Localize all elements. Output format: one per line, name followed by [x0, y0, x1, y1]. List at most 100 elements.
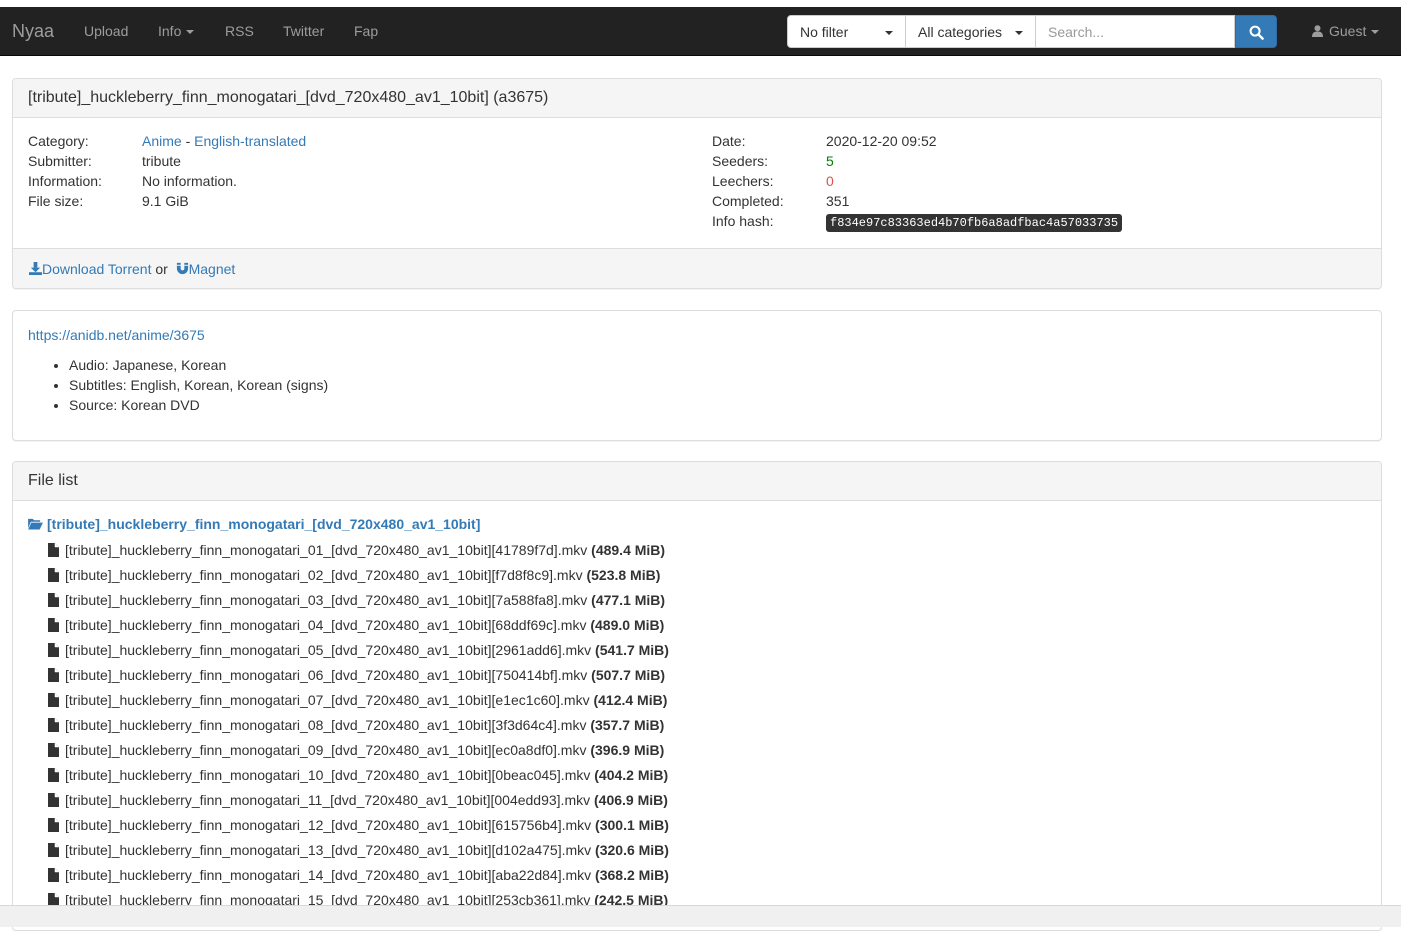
file-name: [tribute]_huckleberry_finn_monogatari_08… [65, 717, 587, 733]
user-icon [1312, 25, 1323, 37]
information-label: Information: [28, 173, 102, 189]
category-main-link[interactable]: Anime [142, 133, 182, 149]
list-item: [tribute]_huckleberry_finn_monogatari_08… [48, 715, 669, 740]
list-item: [tribute]_huckleberry_finn_monogatari_09… [48, 740, 669, 765]
date-label: Date: [712, 133, 746, 149]
list-item: [tribute]_huckleberry_finn_monogatari_04… [48, 615, 669, 640]
list-item: Audio: Japanese, Korean [69, 355, 328, 375]
file-size: (396.9 MiB) [590, 742, 665, 758]
file-name: [tribute]_huckleberry_finn_monogatari_01… [65, 542, 588, 558]
leechers-value: 0 [826, 173, 834, 189]
anidb-link[interactable]: https://anidb.net/anime/3675 [28, 327, 205, 343]
date-value: 2020-12-20 09:52 [826, 133, 937, 149]
file-icon [48, 568, 59, 582]
file-list-panel: File list [tribute]_huckleberry_finn_mon… [12, 461, 1382, 931]
torrent-details: Category: Anime - English-translated Sub… [13, 118, 1381, 248]
list-item: [tribute]_huckleberry_finn_monogatari_13… [48, 840, 669, 865]
list-item: Source: Korean DVD [69, 395, 328, 415]
file-icon [48, 843, 59, 857]
file-list-heading: File list [13, 462, 1381, 501]
torrent-info-panel: [tribute]_huckleberry_finn_monogatari_[d… [12, 78, 1382, 289]
search-input[interactable] [1035, 15, 1235, 48]
magnet-link[interactable]: Magnet [172, 261, 236, 277]
file-size-label: File size: [28, 193, 84, 209]
list-item: [tribute]_huckleberry_finn_monogatari_02… [48, 565, 669, 590]
download-icon [29, 262, 42, 275]
download-torrent-link[interactable]: Download Torrent [29, 261, 151, 277]
file-name: [tribute]_huckleberry_finn_monogatari_02… [65, 567, 583, 583]
leechers-label: Leechers: [712, 173, 774, 189]
nav-info-label: Info [158, 23, 182, 39]
folder-toggle[interactable]: [tribute]_huckleberry_finn_monogatari_[d… [28, 516, 480, 532]
search-button[interactable] [1235, 15, 1277, 48]
category-value: Anime - English-translated [142, 133, 306, 149]
info-hash-label: Info hash: [712, 213, 774, 229]
submitter-link[interactable]: tribute [142, 153, 181, 169]
file-name: [tribute]_huckleberry_finn_monogatari_13… [65, 842, 592, 858]
filter-select-value: No filter [800, 24, 849, 40]
completed-label: Completed: [712, 193, 784, 209]
folder-open-icon [28, 518, 43, 530]
file-name: [tribute]_huckleberry_finn_monogatari_05… [65, 642, 592, 658]
seeders-value: 5 [826, 153, 834, 169]
file-size: (300.1 MiB) [595, 817, 669, 833]
caret-down-icon [1371, 30, 1380, 35]
filter-select[interactable]: No filter [787, 15, 906, 48]
file-size: (523.8 MiB) [586, 567, 661, 583]
file-size: (489.0 MiB) [590, 617, 665, 633]
brand-link[interactable]: Nyaa [12, 21, 54, 42]
file-size: (368.2 MiB) [595, 867, 669, 883]
category-select-value: All categories [918, 24, 1003, 40]
nav-upload[interactable]: Upload [84, 23, 128, 39]
nav-rss[interactable]: RSS [225, 23, 254, 39]
file-size: (404.2 MiB) [594, 767, 669, 783]
file-size-value: 9.1 GiB [142, 193, 189, 209]
file-name: [tribute]_huckleberry_finn_monogatari_07… [65, 692, 590, 708]
file-size: (477.1 MiB) [591, 592, 666, 608]
bottom-scrollbar[interactable] [0, 905, 1401, 927]
file-name: [tribute]_huckleberry_finn_monogatari_14… [65, 867, 592, 883]
nav-twitter[interactable]: Twitter [283, 23, 324, 39]
file-icon [48, 868, 59, 882]
navbar: Nyaa Upload Info RSS Twitter Fap No filt… [0, 7, 1401, 56]
file-icon [48, 543, 59, 557]
user-menu[interactable]: Guest [1312, 23, 1380, 39]
category-sub-link[interactable]: English-translated [194, 133, 306, 149]
file-size: (489.4 MiB) [591, 542, 666, 558]
category-label: Category: [28, 133, 89, 149]
file-icon [48, 718, 59, 732]
file-icon [48, 818, 59, 832]
file-icon [48, 693, 59, 707]
file-icon [48, 743, 59, 757]
category-select[interactable]: All categories [905, 15, 1036, 48]
nav-info-dropdown[interactable]: Info [158, 23, 195, 39]
top-strip [0, 0, 1401, 7]
file-icon [48, 768, 59, 782]
file-name: [tribute]_huckleberry_finn_monogatari_09… [65, 742, 587, 758]
completed-value: 351 [826, 193, 850, 209]
list-item: [tribute]_huckleberry_finn_monogatari_07… [48, 690, 669, 715]
torrent-actions: Download Torrent or Magnet [13, 248, 1381, 288]
category-separator: - [181, 133, 195, 149]
file-size: (412.4 MiB) [593, 692, 668, 708]
nav-fap[interactable]: Fap [354, 23, 378, 39]
file-name: [tribute]_huckleberry_finn_monogatari_06… [65, 667, 588, 683]
magnet-label: Magnet [188, 261, 236, 277]
list-item: [tribute]_huckleberry_finn_monogatari_14… [48, 865, 669, 890]
file-list: [tribute]_huckleberry_finn_monogatari_01… [48, 540, 669, 915]
submitter-label: Submitter: [28, 153, 92, 169]
file-size: (406.9 MiB) [594, 792, 668, 808]
file-icon [48, 643, 59, 657]
file-size: (320.6 MiB) [595, 842, 669, 858]
file-name: [tribute]_huckleberry_finn_monogatari_10… [65, 767, 591, 783]
list-item: [tribute]_huckleberry_finn_monogatari_05… [48, 640, 669, 665]
list-item: [tribute]_huckleberry_finn_monogatari_01… [48, 540, 669, 565]
magnet-icon [176, 262, 188, 275]
seeders-label: Seeders: [712, 153, 769, 169]
file-icon [48, 668, 59, 682]
caret-down-icon [186, 30, 195, 35]
torrent-title: [tribute]_huckleberry_finn_monogatari_[d… [13, 79, 1381, 118]
file-name: [tribute]_huckleberry_finn_monogatari_04… [65, 617, 587, 633]
list-item: [tribute]_huckleberry_finn_monogatari_10… [48, 765, 669, 790]
list-item: [tribute]_huckleberry_finn_monogatari_06… [48, 665, 669, 690]
